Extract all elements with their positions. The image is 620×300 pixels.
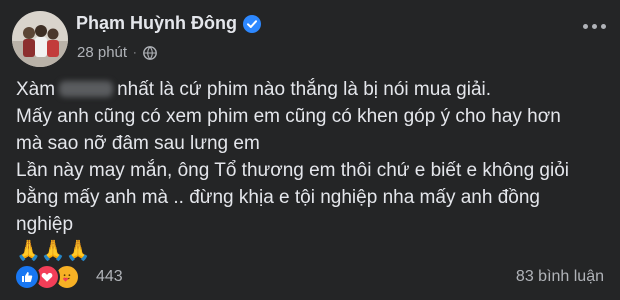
facebook-post: Phạm Huỳnh Đông 28 phút · Xàm nhất là cứ … xyxy=(0,0,620,300)
pray-emoji-line: 🙏🙏🙏 xyxy=(16,240,91,262)
reaction-icons[interactable] xyxy=(14,264,80,290)
post-line-6: nghiệp xyxy=(16,214,74,235)
post-meta: 28 phút · xyxy=(77,44,157,61)
censored-word xyxy=(59,81,114,97)
avatar[interactable] xyxy=(12,11,68,67)
globe-icon[interactable] xyxy=(142,45,157,60)
author-name[interactable]: Phạm Huỳnh Đông xyxy=(76,13,237,34)
post-line-4: Lần này may mắn, ông Tổ thương em thôi c… xyxy=(16,160,569,181)
comment-count-link[interactable]: 83 bình luận xyxy=(516,268,604,286)
post-timestamp[interactable]: 28 phút xyxy=(77,44,127,61)
like-reaction-icon xyxy=(14,264,40,290)
post-content: Xàm nhất là cứ phim nào thắng là bị nói m… xyxy=(16,76,606,265)
post-line-5: bằng mấy anh mà .. đừng khịa e tội nghiệ… xyxy=(16,187,540,208)
separator-dot: · xyxy=(133,46,137,59)
post-text-segment: Xàm xyxy=(16,79,56,100)
post-text-segment: nhất là cứ phim nào thắng là bị nói mua … xyxy=(117,79,492,100)
post-line-2: Mấy anh cũng có xem phim em cũng có khen… xyxy=(16,106,561,127)
reaction-count[interactable]: 443 xyxy=(96,268,123,286)
more-options-icon[interactable] xyxy=(583,24,606,29)
verified-badge-icon xyxy=(243,14,261,33)
post-line-3: mà sao nỡ đâm sau lưng em xyxy=(16,133,260,154)
author-name-row: Phạm Huỳnh Đông xyxy=(76,13,261,34)
post-line-1: Xàm nhất là cứ phim nào thắng là bị nói m… xyxy=(16,76,606,103)
